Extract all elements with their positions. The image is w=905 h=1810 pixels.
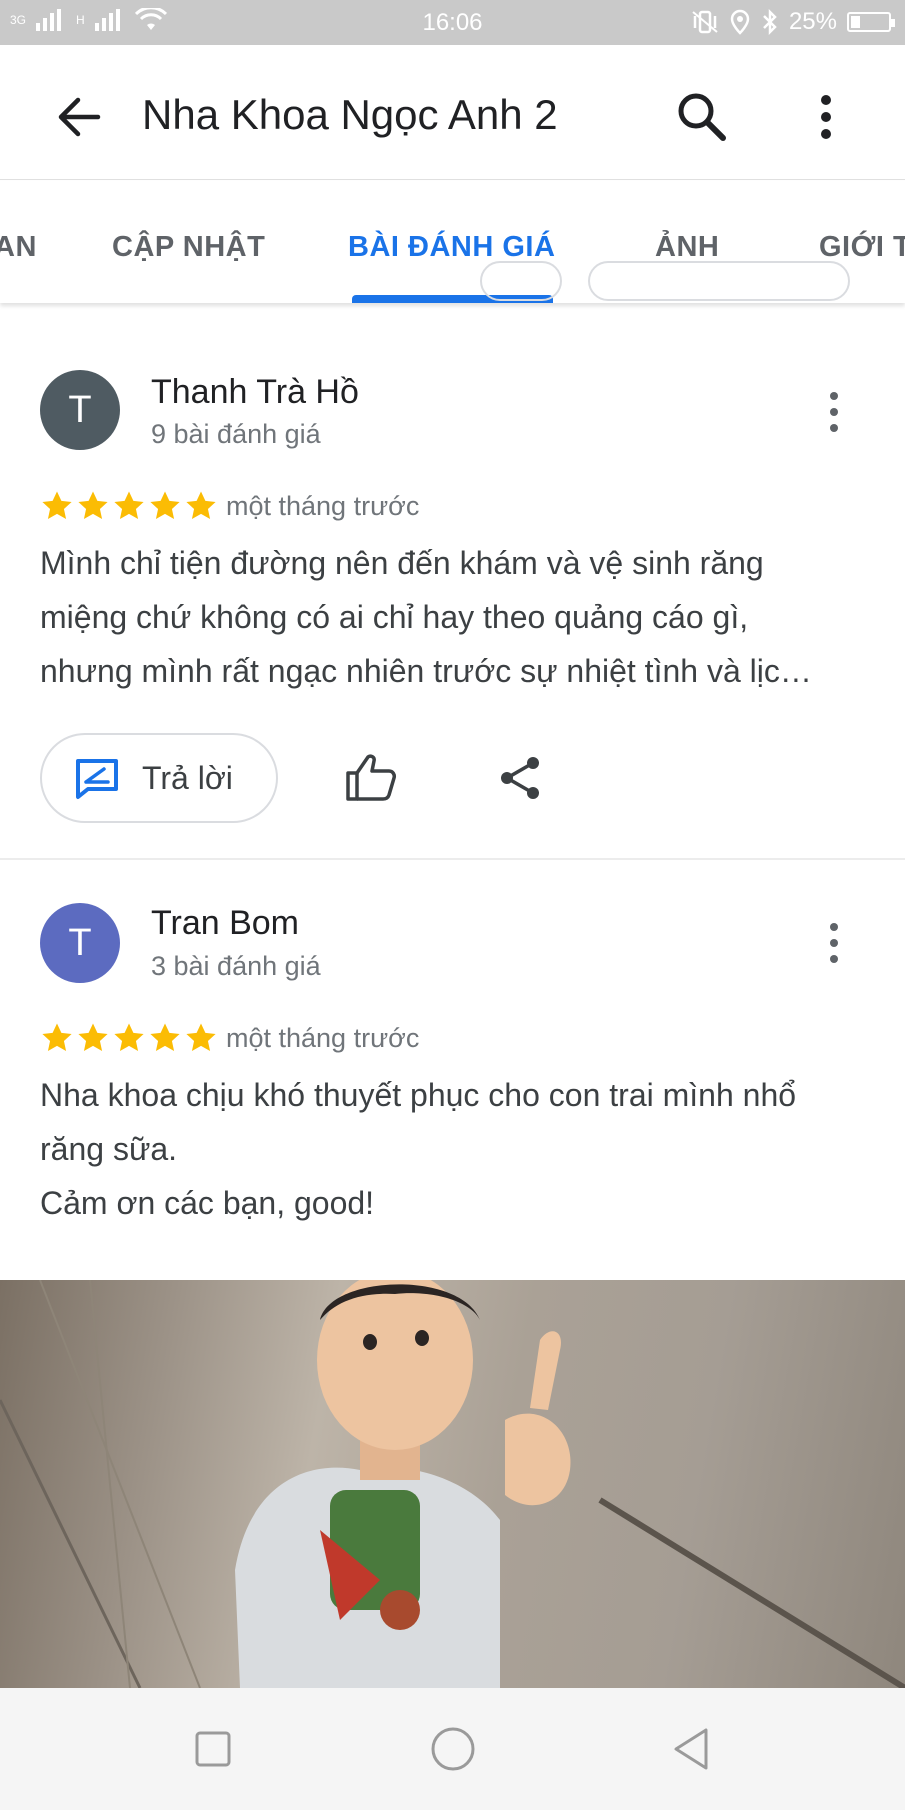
reply-label: Trả lời	[142, 759, 233, 796]
filter-chip[interactable]	[480, 261, 562, 301]
star-icon	[150, 491, 180, 520]
review-photo[interactable]	[0, 1280, 905, 1688]
review-card: T Thanh Trà Hồ 9 bài đánh giá một tháng …	[0, 303, 905, 858]
more-vert-icon[interactable]	[822, 920, 846, 966]
reply-button[interactable]: Trả lời	[40, 733, 278, 823]
avatar[interactable]: T	[40, 370, 120, 450]
tab-overview[interactable]: AN	[0, 231, 37, 264]
nav-recent-icon[interactable]	[188, 1724, 238, 1774]
page-title: Nha Khoa Ngọc Anh 2	[142, 91, 558, 138]
back-arrow-icon[interactable]	[52, 89, 108, 145]
review-count: 9 bài đánh giá	[151, 419, 321, 449]
star-icon	[78, 491, 108, 520]
star-icon	[42, 491, 72, 520]
reply-icon	[76, 759, 118, 799]
avatar[interactable]: T	[40, 903, 120, 983]
battery-percent: 25%	[788, 8, 837, 35]
star-rating	[40, 1021, 218, 1055]
review-text-line: nhưng mình rất ngạc nhiên trước sự nhiệt…	[40, 653, 812, 689]
review-text[interactable]: Mình chỉ tiện đường nên đến khám và vệ s…	[40, 536, 870, 698]
nav-home-icon[interactable]	[428, 1724, 478, 1774]
share-icon[interactable]	[496, 754, 544, 802]
tab-about[interactable]: GIỚI T	[819, 231, 905, 264]
app-bar: Nha Khoa Ngọc Anh 2	[0, 45, 905, 180]
location-icon	[730, 9, 750, 35]
star-icon	[186, 491, 216, 520]
nav-back-icon[interactable]	[668, 1724, 718, 1774]
review-time: một tháng trước	[226, 1023, 420, 1053]
review-photo-illustration	[0, 1280, 905, 1688]
review-count: 3 bài đánh giá	[151, 951, 321, 981]
tab-bar: AN CẬP NHẬT BÀI ĐÁNH GIÁ ẢNH GIỚI T	[0, 181, 905, 303]
battery-icon	[847, 12, 895, 32]
review-time: một tháng trước	[226, 491, 420, 521]
tab-reviews[interactable]: BÀI ĐÁNH GIÁ	[348, 231, 555, 264]
star-icon	[114, 491, 144, 520]
review-card: T Tran Bom 3 bài đánh giá một tháng trướ…	[0, 860, 905, 1280]
system-nav-bar	[0, 1688, 905, 1810]
review-text-line: Nha khoa chịu khó thuyết phục cho con tr…	[40, 1077, 797, 1113]
review-text-line: Mình chỉ tiện đường nên đến khám và vệ s…	[40, 545, 764, 581]
status-bar: 3G H 16:06 25%	[0, 0, 905, 45]
reviewer-name[interactable]: Tran Bom	[151, 904, 299, 943]
review-text-line: răng sữa.	[40, 1131, 178, 1167]
tab-photos[interactable]: ẢNH	[655, 231, 719, 264]
vibrate-icon	[692, 10, 718, 34]
search-icon[interactable]	[672, 87, 732, 147]
review-text-line: Cảm ơn các bạn, good!	[40, 1185, 375, 1221]
battery-fill	[851, 16, 860, 28]
star-icon	[78, 1023, 108, 1052]
star-icon	[42, 1023, 72, 1052]
more-vert-icon[interactable]	[806, 87, 846, 147]
review-text-line: miệng chứ không có ai chỉ hay theo quảng…	[40, 599, 749, 635]
filter-chip[interactable]	[588, 261, 850, 301]
tab-updates[interactable]: CẬP NHẬT	[112, 231, 265, 264]
reviewer-name[interactable]: Thanh Trà Hồ	[151, 373, 359, 412]
review-text[interactable]: Nha khoa chịu khó thuyết phục cho con tr…	[40, 1068, 870, 1230]
more-vert-icon[interactable]	[822, 389, 846, 435]
star-icon	[150, 1023, 180, 1052]
bluetooth-icon	[763, 9, 777, 35]
thumb-up-icon[interactable]	[344, 751, 398, 805]
star-rating	[40, 489, 218, 523]
star-icon	[114, 1023, 144, 1052]
star-icon	[186, 1023, 216, 1052]
